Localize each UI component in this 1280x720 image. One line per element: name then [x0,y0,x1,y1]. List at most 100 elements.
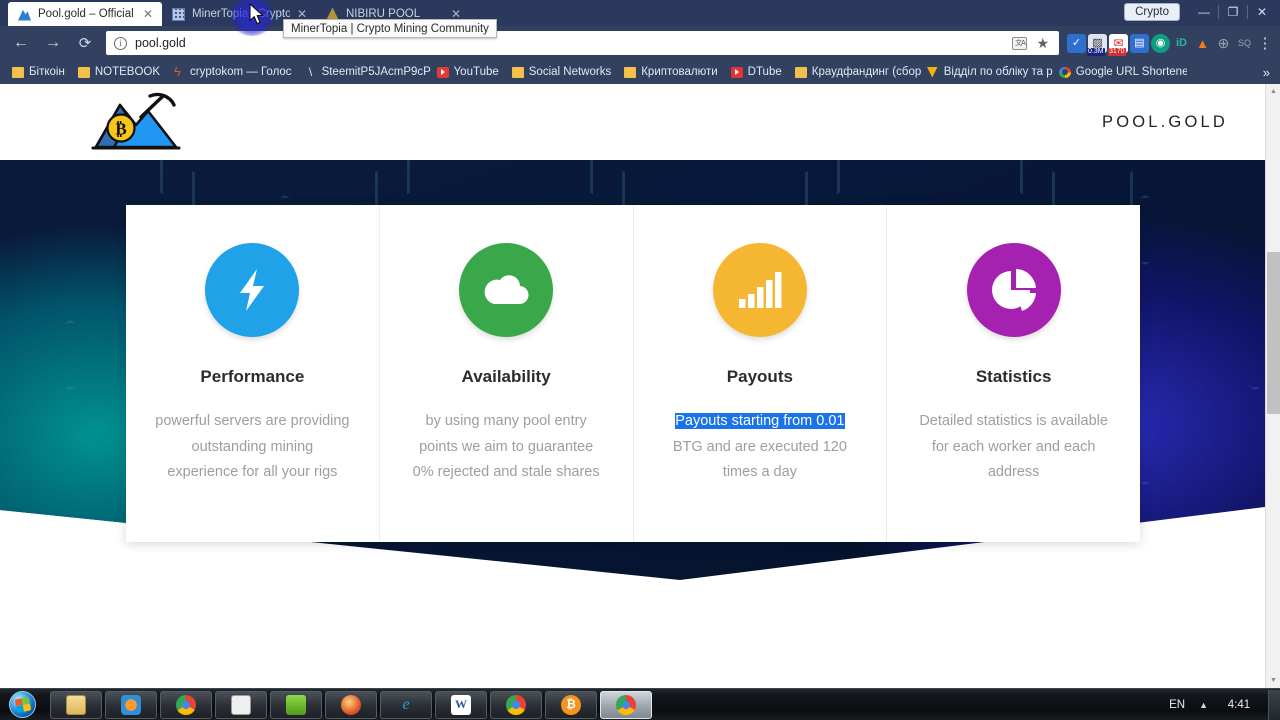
feature-cards-row: Performance powerful servers are providi… [126,205,1140,542]
close-window-button[interactable]: ✕ [1248,2,1276,22]
bookmark-item[interactable]: \ SteemitP5JAcmP9cP [301,66,433,78]
scroll-down-icon[interactable]: ▼ [1266,673,1280,688]
bookmark-label: YouTube [453,66,499,78]
bookmark-item[interactable]: Краудфандинг (сбор [791,66,923,78]
lightning-bolt-icon [205,243,300,337]
bookmark-item[interactable]: Біткоін [8,66,74,78]
bookmarks-overflow-button[interactable]: » [1263,65,1272,80]
taskbar-items: e W ₿ [50,690,655,719]
feature-card-availability[interactable]: Availability by using many pool entry po… [379,205,634,542]
taskbar-item-word[interactable]: W [435,690,487,719]
word-icon: W [451,694,471,715]
office-extension-icon[interactable]: ▤ [1130,33,1149,53]
forward-button[interactable]: → [38,29,68,57]
start-button[interactable] [0,690,44,720]
scrollbar-thumb[interactable] [1267,252,1280,414]
google-icon [1058,66,1071,78]
page-scrollbar[interactable]: ▲ ▼ [1265,84,1280,688]
feature-card-statistics[interactable]: Statistics Detailed statistics is availa… [887,205,1140,542]
cursor-arrow-icon [249,3,264,25]
bookmark-item[interactable]: Google URL Shortene [1055,66,1187,78]
taskbar-item-firefox-alt[interactable] [325,690,377,719]
bookmark-label: Біткоін [29,66,65,78]
selected-text: Payouts starting from 0.01 [675,413,845,429]
bars-svg [738,272,782,308]
card-description: by using many pool entry points we aim t… [412,413,600,480]
logo-svg: ₿ [91,92,181,150]
maximize-button[interactable]: ❐ [1219,2,1247,22]
clock[interactable]: 4:41 [1222,699,1256,711]
slash-icon: \ [308,66,313,78]
folder-icon [511,66,524,78]
gmail-extension-icon[interactable]: ✉ 3170 [1108,33,1128,56]
window-controls: Crypto — ❐ ✕ [1124,2,1276,22]
browser-tab-poolgold[interactable]: Pool.gold – Official BTG ✕ [8,2,162,26]
taskbar-item-green-app[interactable] [270,690,322,719]
chrome-menu-icon[interactable]: ⋮ [1256,34,1274,52]
back-button[interactable]: ← [6,29,36,57]
whatsapp-extension-icon[interactable]: ◉ [1151,33,1170,53]
bookmark-item[interactable]: cryptokom — Голос [169,66,301,78]
taskbar-item-explorer[interactable] [50,690,102,719]
stats-extension-icon[interactable]: ▨ 0.3M [1087,33,1107,56]
star-icon[interactable]: ★ [1036,35,1049,52]
card-title: Payouts [726,367,793,386]
pool-gold-mountain-pickaxe-logo[interactable]: ₿ [90,91,182,153]
firefox-alt-icon [341,694,361,715]
bookmark-label: Краудфандинг (сбор [811,66,922,78]
language-indicator[interactable]: EN [1169,699,1185,711]
chrome-icon [176,694,196,715]
site-header: ₿ POOL.GOLD [0,84,1280,160]
taskbar-item-chrome-window-1[interactable] [490,690,542,719]
check-extension-icon[interactable]: ✓ [1067,33,1086,53]
youtube-icon [436,66,449,78]
bookmark-item[interactable]: DTube [727,66,791,78]
bookmark-label: Криптовалюти [641,66,718,78]
bookmark-item[interactable]: Social Networks [508,66,620,78]
translate-icon[interactable]: 文A [1012,36,1028,50]
show-hidden-icons-icon[interactable]: ▲ [1199,700,1208,710]
tab-title: Pool.gold – Official BTG [38,8,136,20]
id-extension-icon[interactable]: iD [1172,34,1191,53]
close-icon[interactable]: ✕ [143,8,153,20]
profile-button[interactable]: Crypto [1124,3,1180,21]
vivid-icon [927,67,939,78]
reload-icon[interactable]: ⟳ [70,29,100,57]
tab-strip: Pool.gold – Official BTG ✕ MinerTopia | … [0,0,1280,26]
bookmark-item[interactable]: YouTube [433,66,508,78]
bookmark-label: Google URL Shortene [1075,66,1187,78]
taskbar-item-media-player[interactable] [105,690,157,719]
taskbar-item-bitcoin-app[interactable]: ₿ [545,690,597,719]
avira-extension-icon[interactable]: ▲ [1193,34,1212,53]
show-desktop-button[interactable] [1268,689,1280,720]
taskbar-item-calendar[interactable] [215,690,267,719]
start-orb-icon [8,691,36,718]
seo-extension-icon[interactable]: SQ [1235,34,1254,53]
bookmark-label: Відділ по обліку та р [943,66,1053,78]
dtube-icon [730,66,743,78]
bookmark-label: Social Networks [528,66,612,78]
tab-tooltip: MinerTopia | Crypto Mining Community [283,19,497,38]
globe-extension-icon[interactable]: ⊕ [1214,34,1233,53]
internet-explorer-icon: e [402,695,410,713]
feature-card-performance[interactable]: Performance powerful servers are providi… [126,205,380,542]
minertopia-favicon [172,7,185,21]
bookmark-label: NOTEBOOK [94,66,161,78]
taskbar-item-chrome-window-2[interactable] [600,690,652,719]
folder-icon [624,66,637,78]
chrome-icon [616,694,636,715]
taskbar-item-internet-explorer[interactable]: e [380,690,432,719]
bookmark-item[interactable]: NOTEBOOK [74,66,169,78]
chrome-icon [506,694,526,715]
bookmark-item[interactable]: Криптовалюти [620,66,726,78]
poolgold-favicon [18,9,31,21]
system-tray: EN ▲ 4:41 [1169,699,1262,711]
card-description: powerful servers are providing outstandi… [155,413,350,480]
screen: Pool.gold – Official BTG ✕ MinerTopia | … [0,0,1280,720]
scroll-up-icon[interactable]: ▲ [1266,84,1280,99]
minimize-button[interactable]: — [1190,2,1218,22]
page-info-icon[interactable]: i [114,36,127,50]
bookmark-item[interactable]: Відділ по обліку та р [923,66,1055,78]
feature-card-payouts[interactable]: Payouts Payouts starting from 0.01 BTG a… [633,205,888,542]
taskbar-item-chrome[interactable] [160,690,212,719]
